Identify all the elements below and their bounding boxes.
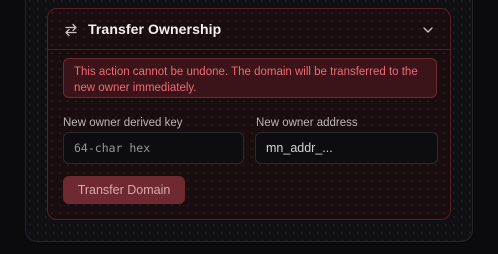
transfer-ownership-panel: Transfer Ownership This action cannot be… — [47, 8, 451, 220]
transfer-ownership-header[interactable]: Transfer Ownership — [48, 9, 450, 50]
derived-key-label: New owner derived key — [63, 117, 183, 129]
panel-title: Transfer Ownership — [88, 21, 222, 37]
chevron-down-icon[interactable] — [422, 25, 434, 35]
owner-address-input[interactable] — [255, 132, 438, 164]
irreversible-warning: This action cannot be undone. The domain… — [63, 58, 437, 98]
swap-arrows-icon — [65, 23, 77, 37]
owner-address-label: New owner address — [256, 117, 358, 129]
derived-key-input[interactable] — [63, 132, 244, 164]
transfer-domain-button[interactable]: Transfer Domain — [63, 176, 185, 204]
